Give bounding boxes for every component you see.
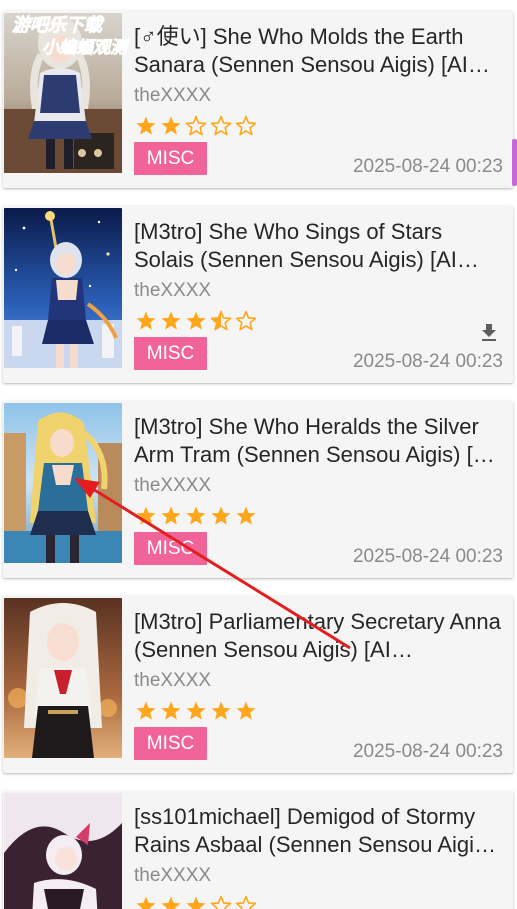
star-full-icon [136,311,156,330]
gallery-card[interactable]: [M3tro] Parliamentary Secretary Anna (Se… [3,596,513,773]
download-icon [482,324,496,341]
category-badge: MISC [134,142,207,175]
gallery-uploader: theXXXX [134,865,212,886]
star-full-icon [161,896,181,909]
gallery-uploader: theXXXX [134,670,212,691]
gallery-card[interactable]: [ss101michael] Demigod of Stormy Rains A… [3,791,513,909]
star-half-icon [210,310,232,331]
gallery-thumbnail[interactable] [4,793,122,909]
rating-stars [134,504,258,528]
gallery-thumbnail[interactable] [4,598,122,758]
thumbnail-art-2 [4,208,122,368]
thumbnail-art-1 [4,13,122,173]
gallery-thumbnail[interactable] [4,208,122,368]
star-empty-icon [210,115,232,136]
star-full-icon [186,896,206,909]
gallery-card[interactable]: [M3tro] She Who Heralds the Silver Arm T… [3,401,513,578]
category-badge: MISC [134,532,207,565]
star-full-icon [161,116,181,135]
thumbnail-art-5 [4,793,122,909]
gallery-title: [M3tro] She Who Sings of Stars Solais (S… [134,219,457,272]
posted-date: 2025-08-24 00:23 [352,546,503,567]
gallery-title: [M3tro] Parliamentary Secretary Anna (Se… [134,609,501,662]
star-full-icon [136,506,156,525]
star-empty-icon [235,310,257,331]
thumbnail-art-3 [4,403,122,563]
star-full-icon [186,506,206,525]
posted-date: 2025-08-24 00:23 [352,156,503,177]
star-empty-icon [210,895,232,909]
star-full-icon [161,506,181,525]
scroll-indicator[interactable] [512,139,517,186]
star-full-icon [161,311,181,330]
star-empty-icon [235,895,257,909]
gallery-uploader: theXXXX [134,85,212,106]
rating-stars [134,114,258,138]
gallery-uploader: theXXXX [134,280,212,301]
star-full-icon [186,311,206,330]
gallery-title: [♂使い] She Who Molds the Earth Sanara (Se… [134,24,468,77]
star-full-icon [236,701,256,720]
gallery-thumbnail[interactable] [4,13,122,173]
gallery-card[interactable]: [♂使い] She Who Molds the Earth Sanara (Se… [3,11,513,188]
star-full-icon [211,701,231,720]
gallery-uploader: theXXXX [134,475,212,496]
star-empty-icon [235,115,257,136]
rating-stars [134,699,258,723]
gallery-card[interactable]: [M3tro] She Who Sings of Stars Solais (S… [3,206,513,383]
category-badge: MISC [134,337,207,370]
gallery-title: [ss101michael] Demigod of Stormy Rains A… [134,804,493,857]
star-full-icon [136,701,156,720]
thumbnail-art-4 [4,598,122,758]
star-empty-icon [185,115,207,136]
gallery-list: [♂使い] She Who Molds the Earth Sanara (Se… [0,0,517,909]
gallery-thumbnail[interactable] [4,403,122,563]
star-full-icon [236,506,256,525]
posted-date: 2025-08-24 00:23 [352,351,503,372]
star-full-icon [211,506,231,525]
rating-stars [134,309,258,333]
category-badge: MISC [134,727,207,760]
star-full-icon [186,701,206,720]
star-full-icon [136,896,156,909]
star-full-icon [161,701,181,720]
rating-stars [134,894,258,909]
gallery-title: [M3tro] She Who Heralds the Silver Arm T… [134,414,494,467]
posted-date: 2025-08-24 00:23 [352,741,503,762]
star-full-icon [136,116,156,135]
